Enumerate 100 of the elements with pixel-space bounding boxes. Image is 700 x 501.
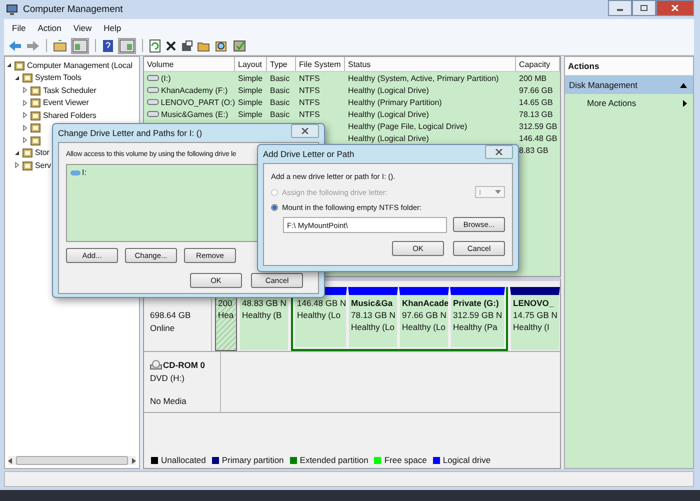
dialog-title: Change Drive Letter and Paths for I: () [58, 128, 202, 138]
delete-icon[interactable] [165, 40, 177, 52]
open-folder-icon[interactable] [197, 40, 211, 52]
legend-label: Unallocated [161, 455, 206, 465]
collapse-arrow-icon[interactable] [13, 150, 20, 156]
partition-status: Healthy (Lo [402, 322, 446, 332]
table-cell: Healthy (Logical Drive) [348, 134, 429, 142]
table-cell: Healthy (Primary Partition) [348, 98, 442, 106]
disk-name: CD-ROM 0 [163, 360, 206, 370]
computer-icon [6, 4, 18, 16]
partition-size: 14.75 GB N [513, 310, 557, 320]
partition-block[interactable]: LENOVO_ 14.75 GB N Healthy (I [510, 287, 560, 351]
partition-name: Private (G:) [453, 298, 500, 308]
drive-icon [147, 111, 159, 117]
table-cell: Simple [238, 98, 262, 106]
disk-size: 698.64 GB [150, 310, 192, 320]
collapse-triangle-icon[interactable] [680, 82, 687, 88]
table-cell: Simple [238, 110, 262, 118]
expand-arrow-icon[interactable] [13, 162, 20, 168]
legend-label: Extended partition [300, 455, 368, 465]
help-icon[interactable] [102, 38, 114, 52]
maximize-icon [640, 5, 648, 11]
expand-arrow-icon[interactable] [21, 124, 28, 131]
partition-status: Healthy (B [242, 310, 283, 320]
close-button[interactable] [656, 0, 694, 16]
table-cell: 312.59 GB [519, 122, 558, 130]
tree-item[interactable]: Computer Management (Local [27, 60, 132, 70]
submenu-arrow-icon [683, 100, 687, 106]
actions-header: Actions [565, 57, 693, 76]
table-cell: 78.13 GB [519, 110, 553, 118]
folder-up-icon[interactable] [53, 40, 67, 52]
folder-icon [22, 147, 33, 158]
properties-icon[interactable] [181, 40, 193, 52]
table-cell: Basic [270, 74, 290, 82]
tree-item[interactable]: Serv [35, 160, 52, 170]
menu-item[interactable]: Action [38, 22, 62, 32]
menu-item[interactable]: File [12, 22, 26, 32]
disk-type: DVD (H:) [150, 373, 186, 383]
table-cell: Healthy (Logical Drive) [348, 86, 429, 94]
table-cell: KhanAcademy (F:) [161, 86, 228, 94]
forward-arrow-icon[interactable] [26, 40, 40, 52]
table-cell: Basic [270, 110, 290, 118]
table-cell: 8.83 GB [519, 146, 548, 154]
window-title: Computer Management [23, 4, 123, 15]
collapse-arrow-icon[interactable] [5, 62, 12, 68]
partition-block[interactable]: Music&Ga 78.13 GB N Healthy (Lo [348, 287, 398, 348]
expand-arrow-icon[interactable] [21, 87, 28, 94]
disk-check-icon[interactable] [233, 39, 247, 52]
column-header[interactable]: Capacity [516, 57, 560, 71]
pane-icon[interactable] [118, 38, 136, 54]
action-item[interactable]: More Actions [565, 94, 693, 112]
search-icon[interactable] [215, 40, 229, 52]
scroll-left-icon[interactable] [8, 458, 13, 464]
tree-item[interactable]: Shared Folders [43, 110, 96, 120]
scroll-right-icon[interactable] [131, 458, 136, 464]
expand-arrow-icon[interactable] [21, 100, 28, 106]
pane-icon[interactable] [71, 38, 89, 54]
column-header[interactable]: Layout [235, 57, 267, 71]
tree-item[interactable]: Stor [35, 148, 50, 158]
back-arrow-icon[interactable] [8, 40, 22, 52]
column-header[interactable]: Status [345, 57, 516, 71]
partition-status: Healthy (Pa [453, 322, 498, 332]
horizontal-scrollbar[interactable] [8, 456, 136, 465]
close-button[interactable] [485, 145, 513, 159]
table-cell: NTFS [299, 74, 320, 82]
refresh-icon[interactable] [149, 38, 161, 52]
partition-status: Hea [218, 310, 234, 320]
column-header[interactable]: File System [296, 57, 345, 71]
folder-icon [22, 72, 33, 84]
tree-item[interactable]: System Tools [35, 73, 82, 82]
menu-item[interactable]: Help [104, 22, 122, 32]
table-cell: 200 MB [519, 74, 547, 82]
table-cell: Simple [238, 86, 262, 94]
dialog-title: Add Drive Letter or Path [263, 149, 354, 159]
action-section[interactable]: Disk Management [565, 76, 693, 94]
legend-label: Free space [384, 455, 427, 465]
column-header[interactable]: Volume [144, 57, 235, 71]
tree-item[interactable]: Event Viewer [43, 98, 89, 108]
table-cell: (I:) [161, 74, 171, 82]
partition-status: Healthy (Lo [297, 310, 342, 320]
partition-block[interactable]: Private (G:) 312.59 GB N Healthy (Pa [450, 287, 505, 348]
column-header[interactable]: Type [267, 57, 296, 71]
partition-size: 312.59 GB N [453, 310, 502, 320]
expand-arrow-icon[interactable] [21, 137, 28, 144]
close-button[interactable] [291, 124, 319, 138]
list-item[interactable]: I: [70, 168, 86, 177]
menu-item[interactable]: View [73, 22, 92, 32]
drive-icon [147, 99, 159, 105]
table-cell: Healthy (Logical Drive) [348, 110, 429, 118]
folder-icon [14, 60, 25, 71]
folder-icon [30, 122, 41, 134]
maximize-button[interactable] [632, 0, 656, 16]
drive-icon [147, 87, 159, 93]
minimize-button[interactable] [608, 0, 632, 16]
partition-block[interactable]: 146.48 GB N Healthy (Lo [294, 287, 347, 348]
tree-item[interactable]: Task Scheduler [43, 86, 96, 95]
radio-button[interactable] [271, 204, 278, 211]
expand-arrow-icon[interactable] [21, 112, 28, 118]
collapse-arrow-icon[interactable] [13, 74, 20, 81]
table-cell: 97.66 GB [519, 86, 553, 94]
